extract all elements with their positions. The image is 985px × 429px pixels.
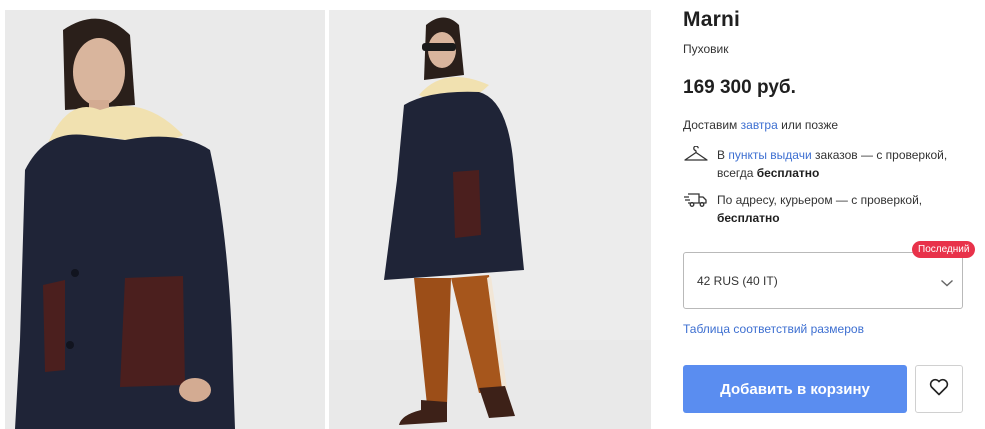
size-select[interactable]: 42 RUS (40 IT) [683, 252, 963, 309]
pickup-free-label: бесплатно [756, 166, 820, 180]
product-photo-full[interactable] [329, 10, 651, 429]
product-gallery [0, 10, 651, 429]
product-price: 169 300 руб. [683, 77, 796, 98]
product-photo-front[interactable] [5, 10, 325, 429]
size-table-link[interactable]: Таблица соответствий размеров [683, 322, 864, 336]
brand-name[interactable]: Marni [683, 8, 740, 32]
pickup-text-prefix: В [717, 148, 729, 162]
courier-text-prefix: По адресу, курьером — с проверкой, [717, 193, 923, 207]
product-photo-front-image [5, 10, 325, 429]
pickup-points-link[interactable]: пункты выдачи [728, 148, 811, 162]
delivery-prefix: Доставим [683, 118, 741, 132]
heart-icon [929, 378, 949, 401]
delivery-day-link[interactable]: завтра [741, 118, 778, 132]
delivery-info: Доставим завтра или позже [683, 118, 838, 132]
favorite-button[interactable] [915, 365, 963, 413]
last-item-badge: Последний [912, 241, 976, 258]
product-photo-full-image [329, 10, 651, 429]
size-selected-value: 42 RUS (40 IT) [697, 274, 778, 288]
delivery-option-pickup: В пункты выдачи заказов — с проверкой, в… [683, 145, 978, 182]
delivery-option-courier: По адресу, курьером — с проверкой, беспл… [683, 191, 978, 227]
product-category: Пуховик [683, 42, 729, 56]
add-to-cart-button[interactable]: Добавить в корзину [683, 365, 907, 413]
hanger-icon [683, 145, 709, 164]
courier-truck-icon [683, 191, 709, 209]
delivery-suffix: или позже [777, 118, 839, 132]
chevron-down-icon [940, 275, 954, 287]
courier-free-label: бесплатно [717, 211, 780, 225]
